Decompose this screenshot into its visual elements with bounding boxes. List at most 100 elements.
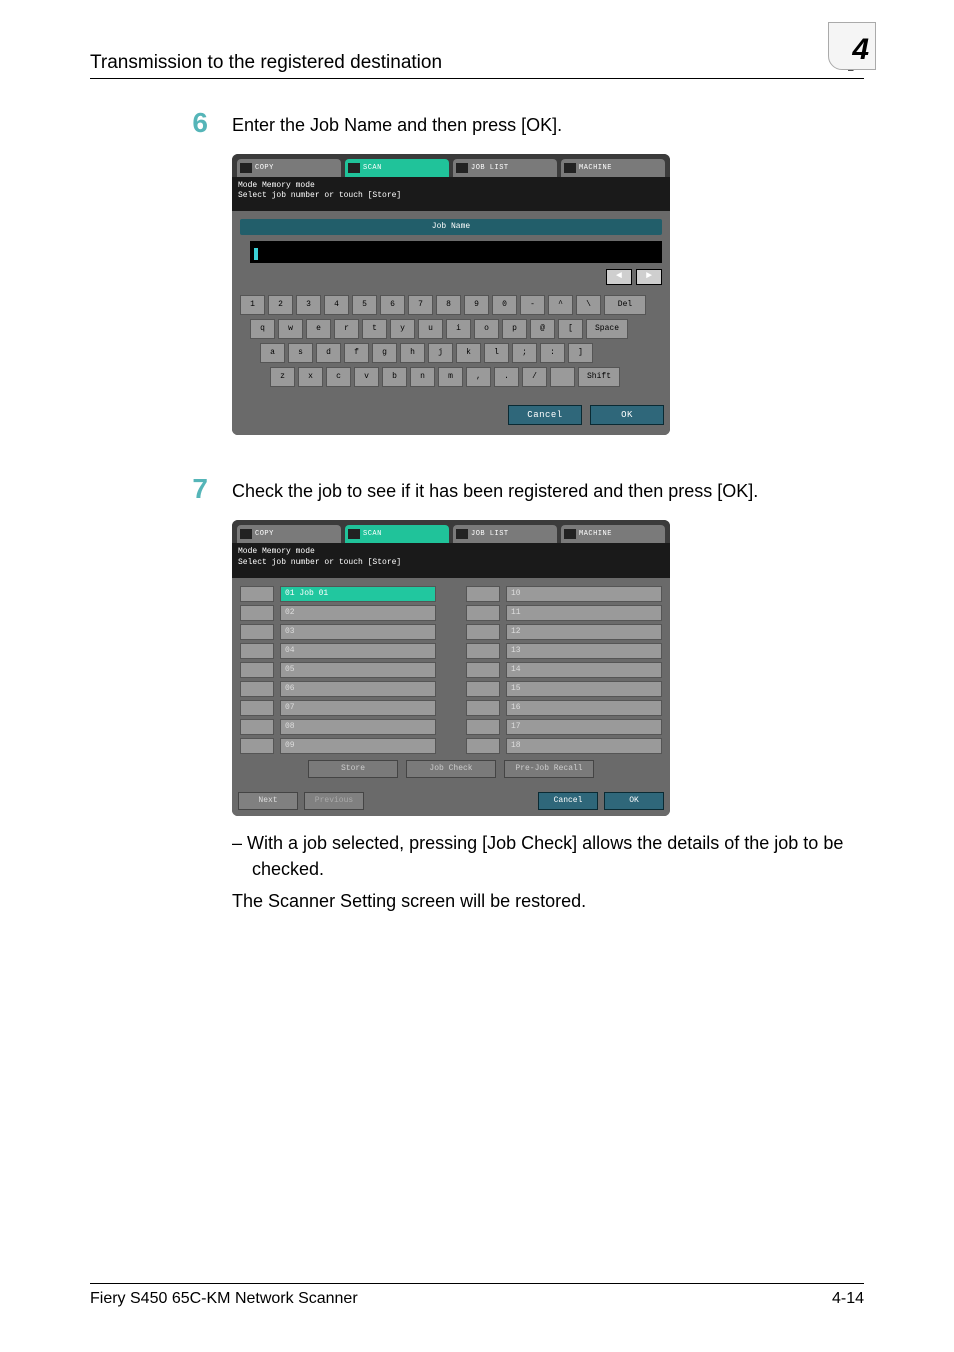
cancel-button[interactable]: Cancel (508, 405, 582, 425)
jobslot-select-14[interactable] (466, 662, 500, 678)
key-j[interactable]: j (428, 343, 453, 363)
jobslot-09[interactable]: 09 (280, 738, 436, 754)
key-x[interactable]: x (298, 367, 323, 387)
key-w[interactable]: w (278, 319, 303, 339)
jobslot-18[interactable]: 18 (506, 738, 662, 754)
key-s[interactable]: s (288, 343, 313, 363)
key-backslash[interactable]: \ (576, 295, 601, 315)
job-check-button[interactable]: Job Check (406, 760, 496, 778)
cursor-right-button[interactable]: ► (636, 269, 662, 285)
key-t[interactable]: t (362, 319, 387, 339)
next-button[interactable]: Next (238, 792, 298, 810)
jobslot-08[interactable]: 08 (280, 719, 436, 735)
jobslot-14[interactable]: 14 (506, 662, 662, 678)
key-v[interactable]: v (354, 367, 379, 387)
key-semicolon[interactable]: ; (512, 343, 537, 363)
key-f[interactable]: f (344, 343, 369, 363)
pre-job-recall-button[interactable]: Pre-Job Recall (504, 760, 594, 778)
jobslot-06[interactable]: 06 (280, 681, 436, 697)
key-period[interactable]: . (494, 367, 519, 387)
jobslot-select-18[interactable] (466, 738, 500, 754)
key-b[interactable]: b (382, 367, 407, 387)
cursor-left-button[interactable]: ◄ (606, 269, 632, 285)
key-space[interactable]: Space (586, 319, 628, 339)
key-3[interactable]: 3 (296, 295, 321, 315)
jobslot-12[interactable]: 12 (506, 624, 662, 640)
key-2[interactable]: 2 (268, 295, 293, 315)
jobslot-select-09[interactable] (240, 738, 274, 754)
key-8[interactable]: 8 (436, 295, 461, 315)
key-1[interactable]: 1 (240, 295, 265, 315)
key-slash[interactable]: / (522, 367, 547, 387)
jobslot-select-07[interactable] (240, 700, 274, 716)
jobslot-02[interactable]: 02 (280, 605, 436, 621)
jobslot-select-06[interactable] (240, 681, 274, 697)
jobslot-select-15[interactable] (466, 681, 500, 697)
key-i[interactable]: i (446, 319, 471, 339)
cancel-button-2[interactable]: Cancel (538, 792, 598, 810)
tab-copy-2[interactable]: COPY (237, 525, 341, 543)
jobname-input[interactable] (250, 241, 662, 263)
key-o[interactable]: o (474, 319, 499, 339)
jobslot-select-04[interactable] (240, 643, 274, 659)
key-g[interactable]: g (372, 343, 397, 363)
key-u[interactable]: u (418, 319, 443, 339)
key-minus[interactable]: - (520, 295, 545, 315)
store-button[interactable]: Store (308, 760, 398, 778)
tab-machine-2[interactable]: MACHINE (561, 525, 665, 543)
previous-button[interactable]: Previous (304, 792, 364, 810)
key-a[interactable]: a (260, 343, 285, 363)
key-q[interactable]: q (250, 319, 275, 339)
key-m[interactable]: m (438, 367, 463, 387)
key-shift[interactable]: Shift (578, 367, 620, 387)
ok-button[interactable]: OK (590, 405, 664, 425)
jobslot-04[interactable]: 04 (280, 643, 436, 659)
jobslot-03[interactable]: 03 (280, 624, 436, 640)
jobslot-select-13[interactable] (466, 643, 500, 659)
key-d[interactable]: d (316, 343, 341, 363)
jobslot-07[interactable]: 07 (280, 700, 436, 716)
key-del[interactable]: Del (604, 295, 646, 315)
key-lbracket[interactable]: [ (558, 319, 583, 339)
tab-joblist-2[interactable]: JOB LIST (453, 525, 557, 543)
key-p[interactable]: p (502, 319, 527, 339)
key-4[interactable]: 4 (324, 295, 349, 315)
key-6[interactable]: 6 (380, 295, 405, 315)
key-l[interactable]: l (484, 343, 509, 363)
tab-machine[interactable]: MACHINE (561, 159, 665, 177)
jobslot-01[interactable]: 01 Job 01 (280, 586, 436, 602)
key-blank[interactable] (550, 367, 575, 387)
jobslot-select-12[interactable] (466, 624, 500, 640)
jobslot-05[interactable]: 05 (280, 662, 436, 678)
jobslot-select-01[interactable] (240, 586, 274, 602)
jobslot-13[interactable]: 13 (506, 643, 662, 659)
key-rbracket[interactable]: ] (568, 343, 593, 363)
tab-scan[interactable]: SCAN (345, 159, 449, 177)
key-caret[interactable]: ^ (548, 295, 573, 315)
key-c[interactable]: c (326, 367, 351, 387)
jobslot-15[interactable]: 15 (506, 681, 662, 697)
tab-scan-2[interactable]: SCAN (345, 525, 449, 543)
jobslot-17[interactable]: 17 (506, 719, 662, 735)
jobslot-select-17[interactable] (466, 719, 500, 735)
jobslot-16[interactable]: 16 (506, 700, 662, 716)
key-e[interactable]: e (306, 319, 331, 339)
jobslot-select-16[interactable] (466, 700, 500, 716)
jobslot-select-03[interactable] (240, 624, 274, 640)
key-k[interactable]: k (456, 343, 481, 363)
tab-joblist[interactable]: JOB LIST (453, 159, 557, 177)
key-z[interactable]: z (270, 367, 295, 387)
jobslot-select-02[interactable] (240, 605, 274, 621)
ok-button-2[interactable]: OK (604, 792, 664, 810)
key-y[interactable]: y (390, 319, 415, 339)
key-n[interactable]: n (410, 367, 435, 387)
key-r[interactable]: r (334, 319, 359, 339)
key-at[interactable]: @ (530, 319, 555, 339)
jobslot-select-08[interactable] (240, 719, 274, 735)
jobslot-10[interactable]: 10 (506, 586, 662, 602)
jobslot-select-05[interactable] (240, 662, 274, 678)
key-colon[interactable]: : (540, 343, 565, 363)
key-7[interactable]: 7 (408, 295, 433, 315)
jobslot-select-11[interactable] (466, 605, 500, 621)
jobslot-11[interactable]: 11 (506, 605, 662, 621)
